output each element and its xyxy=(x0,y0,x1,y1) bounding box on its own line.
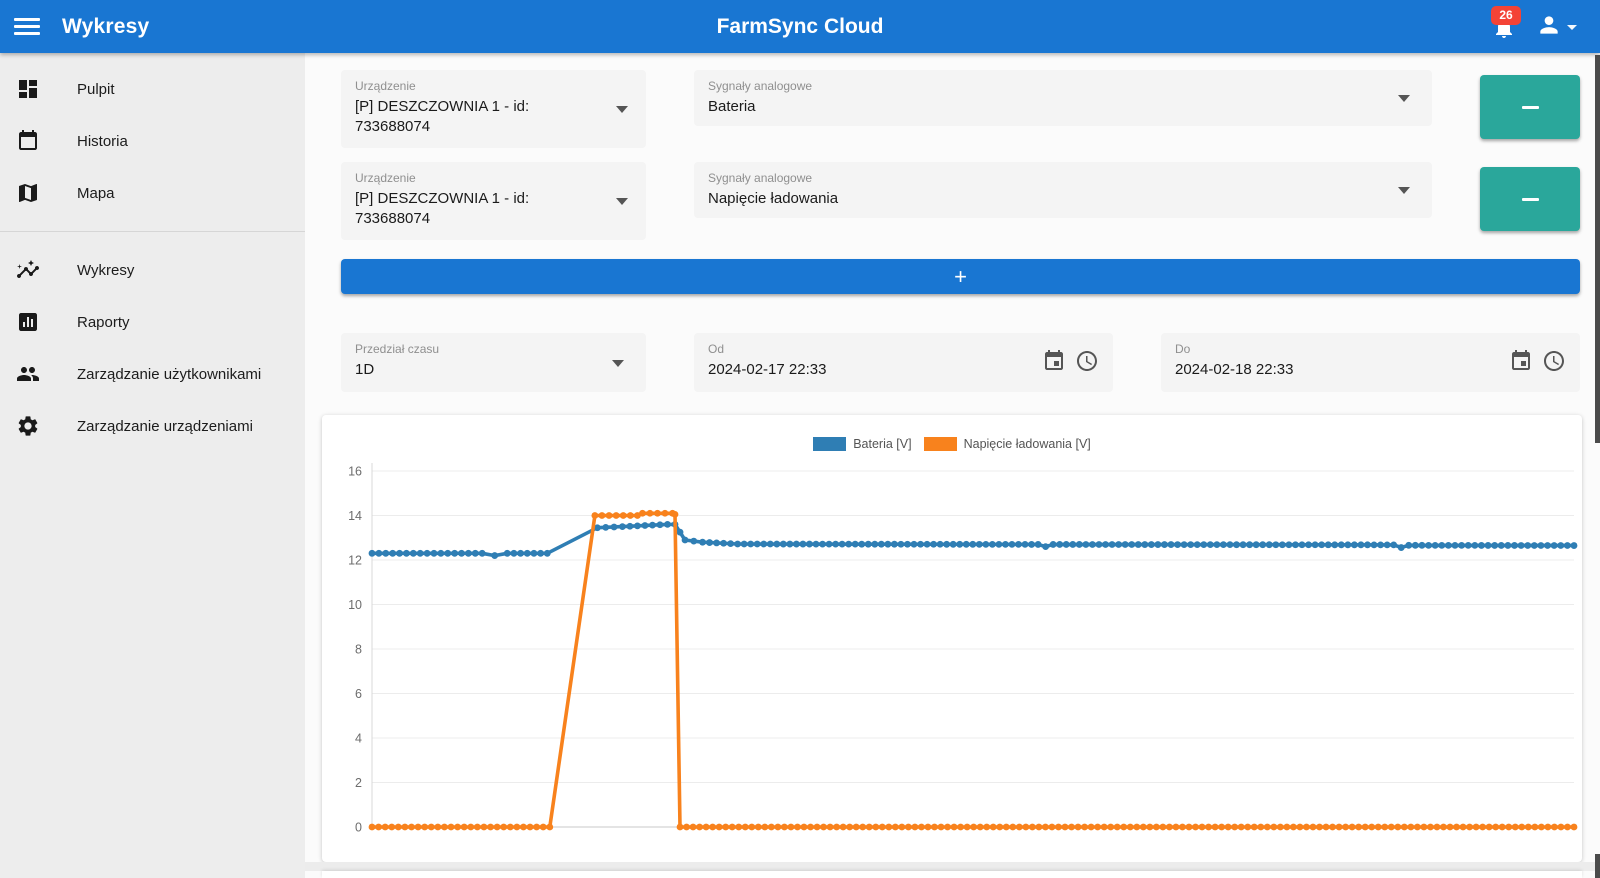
chevron-down-icon xyxy=(1398,187,1410,194)
chart-card: Bateria [V] Napięcie ładowania [V] 0 2 4 6 8… xyxy=(322,415,1582,862)
chevron-down-icon xyxy=(616,198,628,205)
menu-icon[interactable] xyxy=(14,14,40,38)
interval-select[interactable]: Przedział czasu 1D xyxy=(341,333,646,392)
sidebar-item-raporty[interactable]: Raporty xyxy=(0,296,305,348)
device-select[interactable]: Urządzenie [P] DESZCZOWNIA 1 - id: 73368… xyxy=(341,70,646,148)
signal-select[interactable]: Sygnały analogowe Bateria xyxy=(694,70,1432,126)
interval-select-value: 1D xyxy=(355,360,632,380)
calendar-picker-icon[interactable] xyxy=(1509,349,1533,373)
sidebar-item-label: Wykresy xyxy=(77,262,134,279)
main-content: Urządzenie [P] DESZCZOWNIA 1 - id: 73368… xyxy=(305,53,1600,878)
signal-select-label: Sygnały analogowe xyxy=(708,79,1418,93)
signal-selector-row: Urządzenie [P] DESZCZOWNIA 1 - id: 73368… xyxy=(341,162,1580,240)
sidebar-item-zarzadzanie-uzytkownikami[interactable]: Zarządzanie użytkownikami xyxy=(0,348,305,400)
device-select-label: Urządzenie xyxy=(355,79,632,93)
sidebar-item-label: Mapa xyxy=(77,185,115,202)
sidebar-item-label: Historia xyxy=(77,133,128,150)
calendar-icon xyxy=(16,129,40,153)
chevron-down-icon xyxy=(1398,95,1410,102)
person-icon xyxy=(1536,12,1562,38)
signal-selector-row: Urządzenie [P] DESZCZOWNIA 1 - id: 73368… xyxy=(341,70,1580,148)
map-icon xyxy=(16,181,40,205)
svg-text:16: 16 xyxy=(348,465,362,479)
analytics-icon xyxy=(16,310,40,334)
legend-swatch xyxy=(813,437,846,451)
sidebar-item-wykresy[interactable]: Wykresy xyxy=(0,244,305,296)
svg-text:8: 8 xyxy=(355,643,362,657)
scrollbar-corner xyxy=(1595,854,1600,878)
card-gap xyxy=(305,862,1600,871)
sidebar-item-label: Zarządzanie użytkownikami xyxy=(77,366,261,383)
date-from-label: Od xyxy=(708,342,1099,356)
next-card-edge xyxy=(322,871,1582,878)
device-select[interactable]: Urządzenie [P] DESZCZOWNIA 1 - id: 73368… xyxy=(341,162,646,240)
add-series-button[interactable]: + xyxy=(341,259,1580,294)
notifications-button[interactable]: 26 xyxy=(1490,6,1530,50)
sidebar-divider xyxy=(0,231,305,232)
sidebar-item-zarzadzanie-urzadzeniami[interactable]: Zarządzanie urządzeniami xyxy=(0,400,305,452)
chevron-down-icon xyxy=(612,360,624,367)
gear-icon xyxy=(16,414,40,438)
svg-text:0: 0 xyxy=(355,821,362,835)
device-select-value: [P] DESZCZOWNIA 1 - id: 733688074 xyxy=(355,189,593,229)
line-chart: 0 2 4 6 8 10 12 14 16 xyxy=(326,457,1582,858)
device-select-value: [P] DESZCZOWNIA 1 - id: 733688074 xyxy=(355,97,593,137)
topbar: Wykresy FarmSync Cloud 26 xyxy=(0,0,1600,53)
svg-text:10: 10 xyxy=(348,598,362,612)
time-range-row: Przedział czasu 1D Od 2024-02-17 22:33 D… xyxy=(341,333,1580,392)
insights-icon xyxy=(16,258,40,282)
sidebar: Pulpit Historia Mapa Wykresy Raporty Zar… xyxy=(0,53,305,878)
remove-series-button[interactable] xyxy=(1480,75,1580,139)
clock-picker-icon[interactable] xyxy=(1075,349,1099,373)
sidebar-item-label: Pulpit xyxy=(77,81,115,98)
legend-label: Napięcie ładowania [V] xyxy=(964,437,1091,451)
legend-item-napiecie-ladowania[interactable]: Napięcie ładowania [V] xyxy=(924,437,1091,451)
user-menu-button[interactable] xyxy=(1536,12,1584,44)
date-from-field[interactable]: Od 2024-02-17 22:33 xyxy=(694,333,1113,392)
date-from-value: 2024-02-17 22:33 xyxy=(708,360,1099,380)
signal-select[interactable]: Sygnały analogowe Napięcie ładowania xyxy=(694,162,1432,218)
signal-select-value: Napięcie ładowania xyxy=(708,189,1418,209)
svg-text:14: 14 xyxy=(348,509,362,523)
remove-series-button[interactable] xyxy=(1480,167,1580,231)
interval-select-label: Przedział czasu xyxy=(355,342,632,356)
calendar-picker-icon[interactable] xyxy=(1042,349,1066,373)
legend-swatch xyxy=(924,437,957,451)
sidebar-item-label: Raporty xyxy=(77,314,130,331)
sidebar-item-historia[interactable]: Historia xyxy=(0,115,305,167)
minus-icon xyxy=(1522,198,1539,201)
dashboard-icon xyxy=(16,77,40,101)
legend-item-bateria[interactable]: Bateria [V] xyxy=(813,437,911,451)
date-to-field[interactable]: Do 2024-02-18 22:33 xyxy=(1161,333,1580,392)
chart-plot-area: 0 2 4 6 8 10 12 14 16 xyxy=(326,457,1578,853)
device-select-label: Urządzenie xyxy=(355,171,632,185)
svg-text:4: 4 xyxy=(355,732,362,746)
page-title: Wykresy xyxy=(62,0,149,53)
chevron-down-icon xyxy=(1567,25,1577,30)
sidebar-item-label: Zarządzanie urządzeniami xyxy=(77,418,253,435)
chart-legend: Bateria [V] Napięcie ładowania [V] xyxy=(322,415,1582,451)
app-title: FarmSync Cloud xyxy=(0,0,1600,53)
notification-badge: 26 xyxy=(1491,6,1521,25)
signal-select-value: Bateria xyxy=(708,97,1418,117)
signal-select-label: Sygnały analogowe xyxy=(708,171,1418,185)
sidebar-item-pulpit[interactable]: Pulpit xyxy=(0,63,305,115)
svg-text:2: 2 xyxy=(355,776,362,790)
chevron-down-icon xyxy=(616,106,628,113)
vertical-scrollbar[interactable] xyxy=(1595,55,1600,443)
date-to-label: Do xyxy=(1175,342,1566,356)
svg-text:12: 12 xyxy=(348,554,362,568)
date-to-value: 2024-02-18 22:33 xyxy=(1175,360,1566,380)
group-icon xyxy=(16,362,40,386)
legend-label: Bateria [V] xyxy=(853,437,911,451)
sidebar-item-mapa[interactable]: Mapa xyxy=(0,167,305,219)
svg-text:6: 6 xyxy=(355,687,362,701)
clock-picker-icon[interactable] xyxy=(1542,349,1566,373)
minus-icon xyxy=(1522,106,1539,109)
